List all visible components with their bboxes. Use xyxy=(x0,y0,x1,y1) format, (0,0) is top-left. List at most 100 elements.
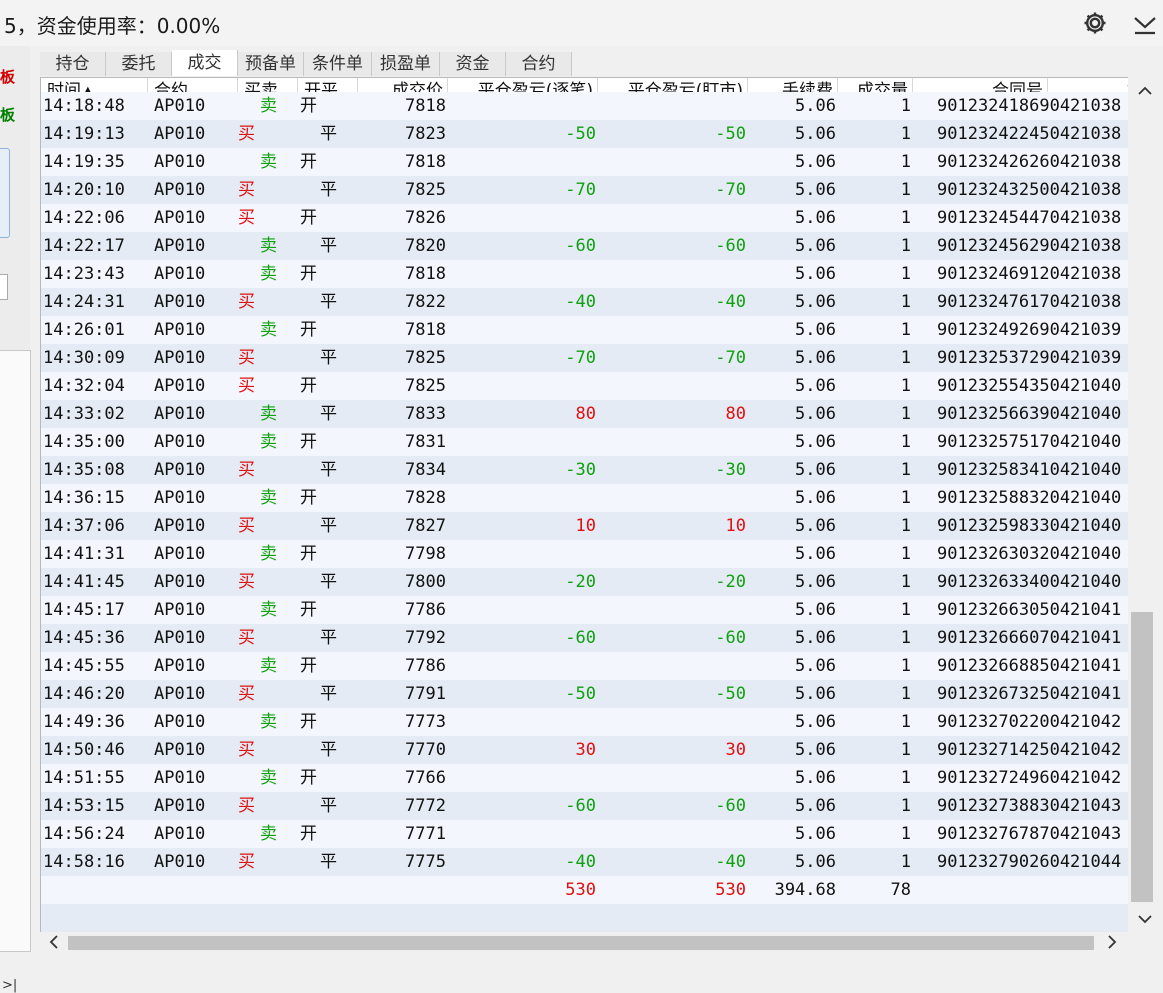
cell: 7828 xyxy=(405,488,446,508)
table-row[interactable]: 14:20:10 AP010 买 平 7825 -70 -70 5.06 1 9012324325… xyxy=(41,176,1128,204)
cell: 7831 xyxy=(405,432,446,452)
collapse-chevron-icon[interactable] xyxy=(1132,10,1158,36)
cell: 5.06 xyxy=(795,124,836,144)
cell: -50 xyxy=(565,684,596,704)
horizontal-scroll-thumb[interactable] xyxy=(68,936,1094,950)
tab-0[interactable]: 持仓 xyxy=(40,52,106,76)
cell: 14:35:00 xyxy=(43,432,125,452)
cell: 1 xyxy=(900,124,911,144)
cell: 1 xyxy=(900,152,911,172)
cell: 901232673250421041 xyxy=(937,684,1122,704)
cell: 7792 xyxy=(405,628,446,648)
table-row[interactable]: 14:22:17 AP010 卖 平 7820 -60 -60 5.06 1 9012324562… xyxy=(41,232,1128,260)
table-row[interactable]: 14:23:43 AP010 卖 开 7818 5.06 1 9012324691204210… xyxy=(41,260,1128,288)
cell: 901232663050421041 xyxy=(937,600,1122,620)
cell: 14:53:15 xyxy=(43,796,125,816)
table-row[interactable]: 14:53:15 AP010 买 平 7772 -60 -60 5.06 1 9012327388… xyxy=(41,792,1128,820)
cell: 1 xyxy=(900,404,911,424)
cell: 开 xyxy=(300,656,317,676)
table-row[interactable]: 14:51:55 AP010 卖 开 7766 5.06 1 9012327249604210… xyxy=(41,764,1128,792)
table-row[interactable]: 14:35:08 AP010 买 平 7834 -30 -30 5.06 1 9012325834… xyxy=(41,456,1128,484)
cell: 7771 xyxy=(405,824,446,844)
table-row[interactable]: 14:41:31 AP010 卖 开 7798 5.06 1 9012326303204210… xyxy=(41,540,1128,568)
tab-3[interactable]: 预备单 xyxy=(238,52,304,76)
cell: 7798 xyxy=(405,544,446,564)
cell: 开 xyxy=(300,488,317,508)
top-bar: 5，资金使用率：0.00% xyxy=(0,0,1163,46)
table-row[interactable]: 14:32:04 AP010 买 开 7825 5.06 1 9012325543504210… xyxy=(41,372,1128,400)
cell: 14:24:31 xyxy=(43,292,125,312)
tab-5[interactable]: 损盈单 xyxy=(372,52,440,76)
cell: 平 xyxy=(320,572,337,592)
cell: 901232422450421038 xyxy=(937,124,1122,144)
scroll-right-icon[interactable] xyxy=(1106,934,1118,950)
cell xyxy=(598,260,748,288)
cell: 901232767870421043 xyxy=(937,824,1122,844)
cell: 901232724960421042 xyxy=(937,768,1122,788)
table-row[interactable]: 14:58:16 AP010 买 平 7775 -40 -40 5.06 1 9012327902… xyxy=(41,848,1128,876)
cell: 7820 xyxy=(405,236,446,256)
cell: 394.68 xyxy=(774,880,836,900)
left-panel-input[interactable] xyxy=(0,274,8,300)
cell: 开 xyxy=(300,376,317,396)
cell: 开 xyxy=(300,544,317,564)
cell: 卖 xyxy=(260,96,277,116)
table-row[interactable]: 14:46:20 AP010 买 平 7791 -50 -50 5.06 1 9012326732… xyxy=(41,680,1128,708)
cell xyxy=(448,428,598,456)
scroll-left-icon[interactable] xyxy=(48,934,60,950)
tab-6[interactable]: 资金 xyxy=(440,52,506,76)
table-row[interactable]: 14:36:15 AP010 卖 开 7828 5.06 1 9012325883204210… xyxy=(41,484,1128,512)
cell: 14:23:43 xyxy=(43,264,125,284)
table-row[interactable]: 14:49:36 AP010 卖 开 7773 5.06 1 9012327022004210… xyxy=(41,708,1128,736)
table-row[interactable]: 14:19:13 AP010 买 平 7823 -50 -50 5.06 1 9012324224… xyxy=(41,120,1128,148)
table-row[interactable]: 14:30:09 AP010 买 平 7825 -70 -70 5.06 1 9012325372… xyxy=(41,344,1128,372)
cell: 7825 xyxy=(405,348,446,368)
table-row[interactable]: 14:45:55 AP010 卖 开 7786 5.06 1 9012326688504210… xyxy=(41,652,1128,680)
cell: AP010 xyxy=(154,348,206,368)
table-row[interactable]: 14:35:00 AP010 卖 开 7831 5.06 1 9012325751704210… xyxy=(41,428,1128,456)
cell: 平 xyxy=(320,796,337,816)
cell: 901232454470421038 xyxy=(937,208,1122,228)
tab-7[interactable]: 合约 xyxy=(506,52,572,76)
vertical-scrollbar[interactable] xyxy=(1128,77,1163,932)
scroll-up-icon[interactable] xyxy=(1137,85,1153,97)
table-row[interactable]: 14:24:31 AP010 买 平 7822 -40 -40 5.06 1 9012324761… xyxy=(41,288,1128,316)
table-row[interactable]: 14:45:36 AP010 买 平 7792 -60 -60 5.06 1 9012326660… xyxy=(41,624,1128,652)
vertical-scroll-thumb[interactable] xyxy=(1131,612,1153,902)
tab-1[interactable]: 委托 xyxy=(106,52,172,76)
cell: 7791 xyxy=(405,684,446,704)
table-row[interactable]: 14:50:46 AP010 买 平 7770 30 30 5.06 1 901232714250… xyxy=(41,736,1128,764)
table-row[interactable]: 14:18:48 AP010 卖 开 7818 5.06 1 9012324186904210… xyxy=(41,92,1128,120)
table-row[interactable]: 14:33:02 AP010 卖 平 7833 80 80 5.06 1 901232566390… xyxy=(41,400,1128,428)
cell: 7772 xyxy=(405,796,446,816)
cell: 平 xyxy=(320,348,337,368)
cell: 5.06 xyxy=(795,768,836,788)
left-panel-button[interactable] xyxy=(0,148,10,238)
gear-icon[interactable] xyxy=(1082,10,1108,36)
cell: 5.06 xyxy=(795,852,836,872)
table-row[interactable]: 14:56:24 AP010 卖 开 7771 5.06 1 9012327678704210… xyxy=(41,820,1128,848)
scroll-down-icon[interactable] xyxy=(1137,913,1153,925)
table-row[interactable]: 14:19:35 AP010 卖 开 7818 5.06 1 9012324262604210… xyxy=(41,148,1128,176)
cell: 平 xyxy=(320,460,337,480)
cell: 80 xyxy=(725,404,746,424)
cell: 5.06 xyxy=(795,292,836,312)
scroll-to-end-icon[interactable]: >| xyxy=(2,978,17,993)
table-row[interactable]: 14:41:45 AP010 买 平 7800 -20 -20 5.06 1 9012326334… xyxy=(41,568,1128,596)
cell: 1 xyxy=(900,236,911,256)
scroll-corner xyxy=(1128,932,1163,950)
table-row[interactable]: 14:45:17 AP010 卖 开 7786 5.06 1 9012326630504210… xyxy=(41,596,1128,624)
blank-row xyxy=(41,904,1128,932)
tab-2[interactable]: 成交 xyxy=(172,50,238,76)
cell: 530 xyxy=(715,880,746,900)
cell: 5.06 xyxy=(795,404,836,424)
cell: 买 xyxy=(238,572,255,592)
horizontal-scrollbar[interactable] xyxy=(40,932,1128,950)
table-row[interactable]: 14:37:06 AP010 买 平 7827 10 10 5.06 1 901232598330… xyxy=(41,512,1128,540)
cell: 7825 xyxy=(405,376,446,396)
tab-4[interactable]: 条件单 xyxy=(304,52,372,76)
table-row[interactable]: 14:26:01 AP010 卖 开 7818 5.06 1 9012324926904210… xyxy=(41,316,1128,344)
cell: 14:46:20 xyxy=(43,684,125,704)
table-row[interactable]: 14:22:06 AP010 买 开 7826 5.06 1 9012324544704210… xyxy=(41,204,1128,232)
cell: 卖 xyxy=(260,236,277,256)
